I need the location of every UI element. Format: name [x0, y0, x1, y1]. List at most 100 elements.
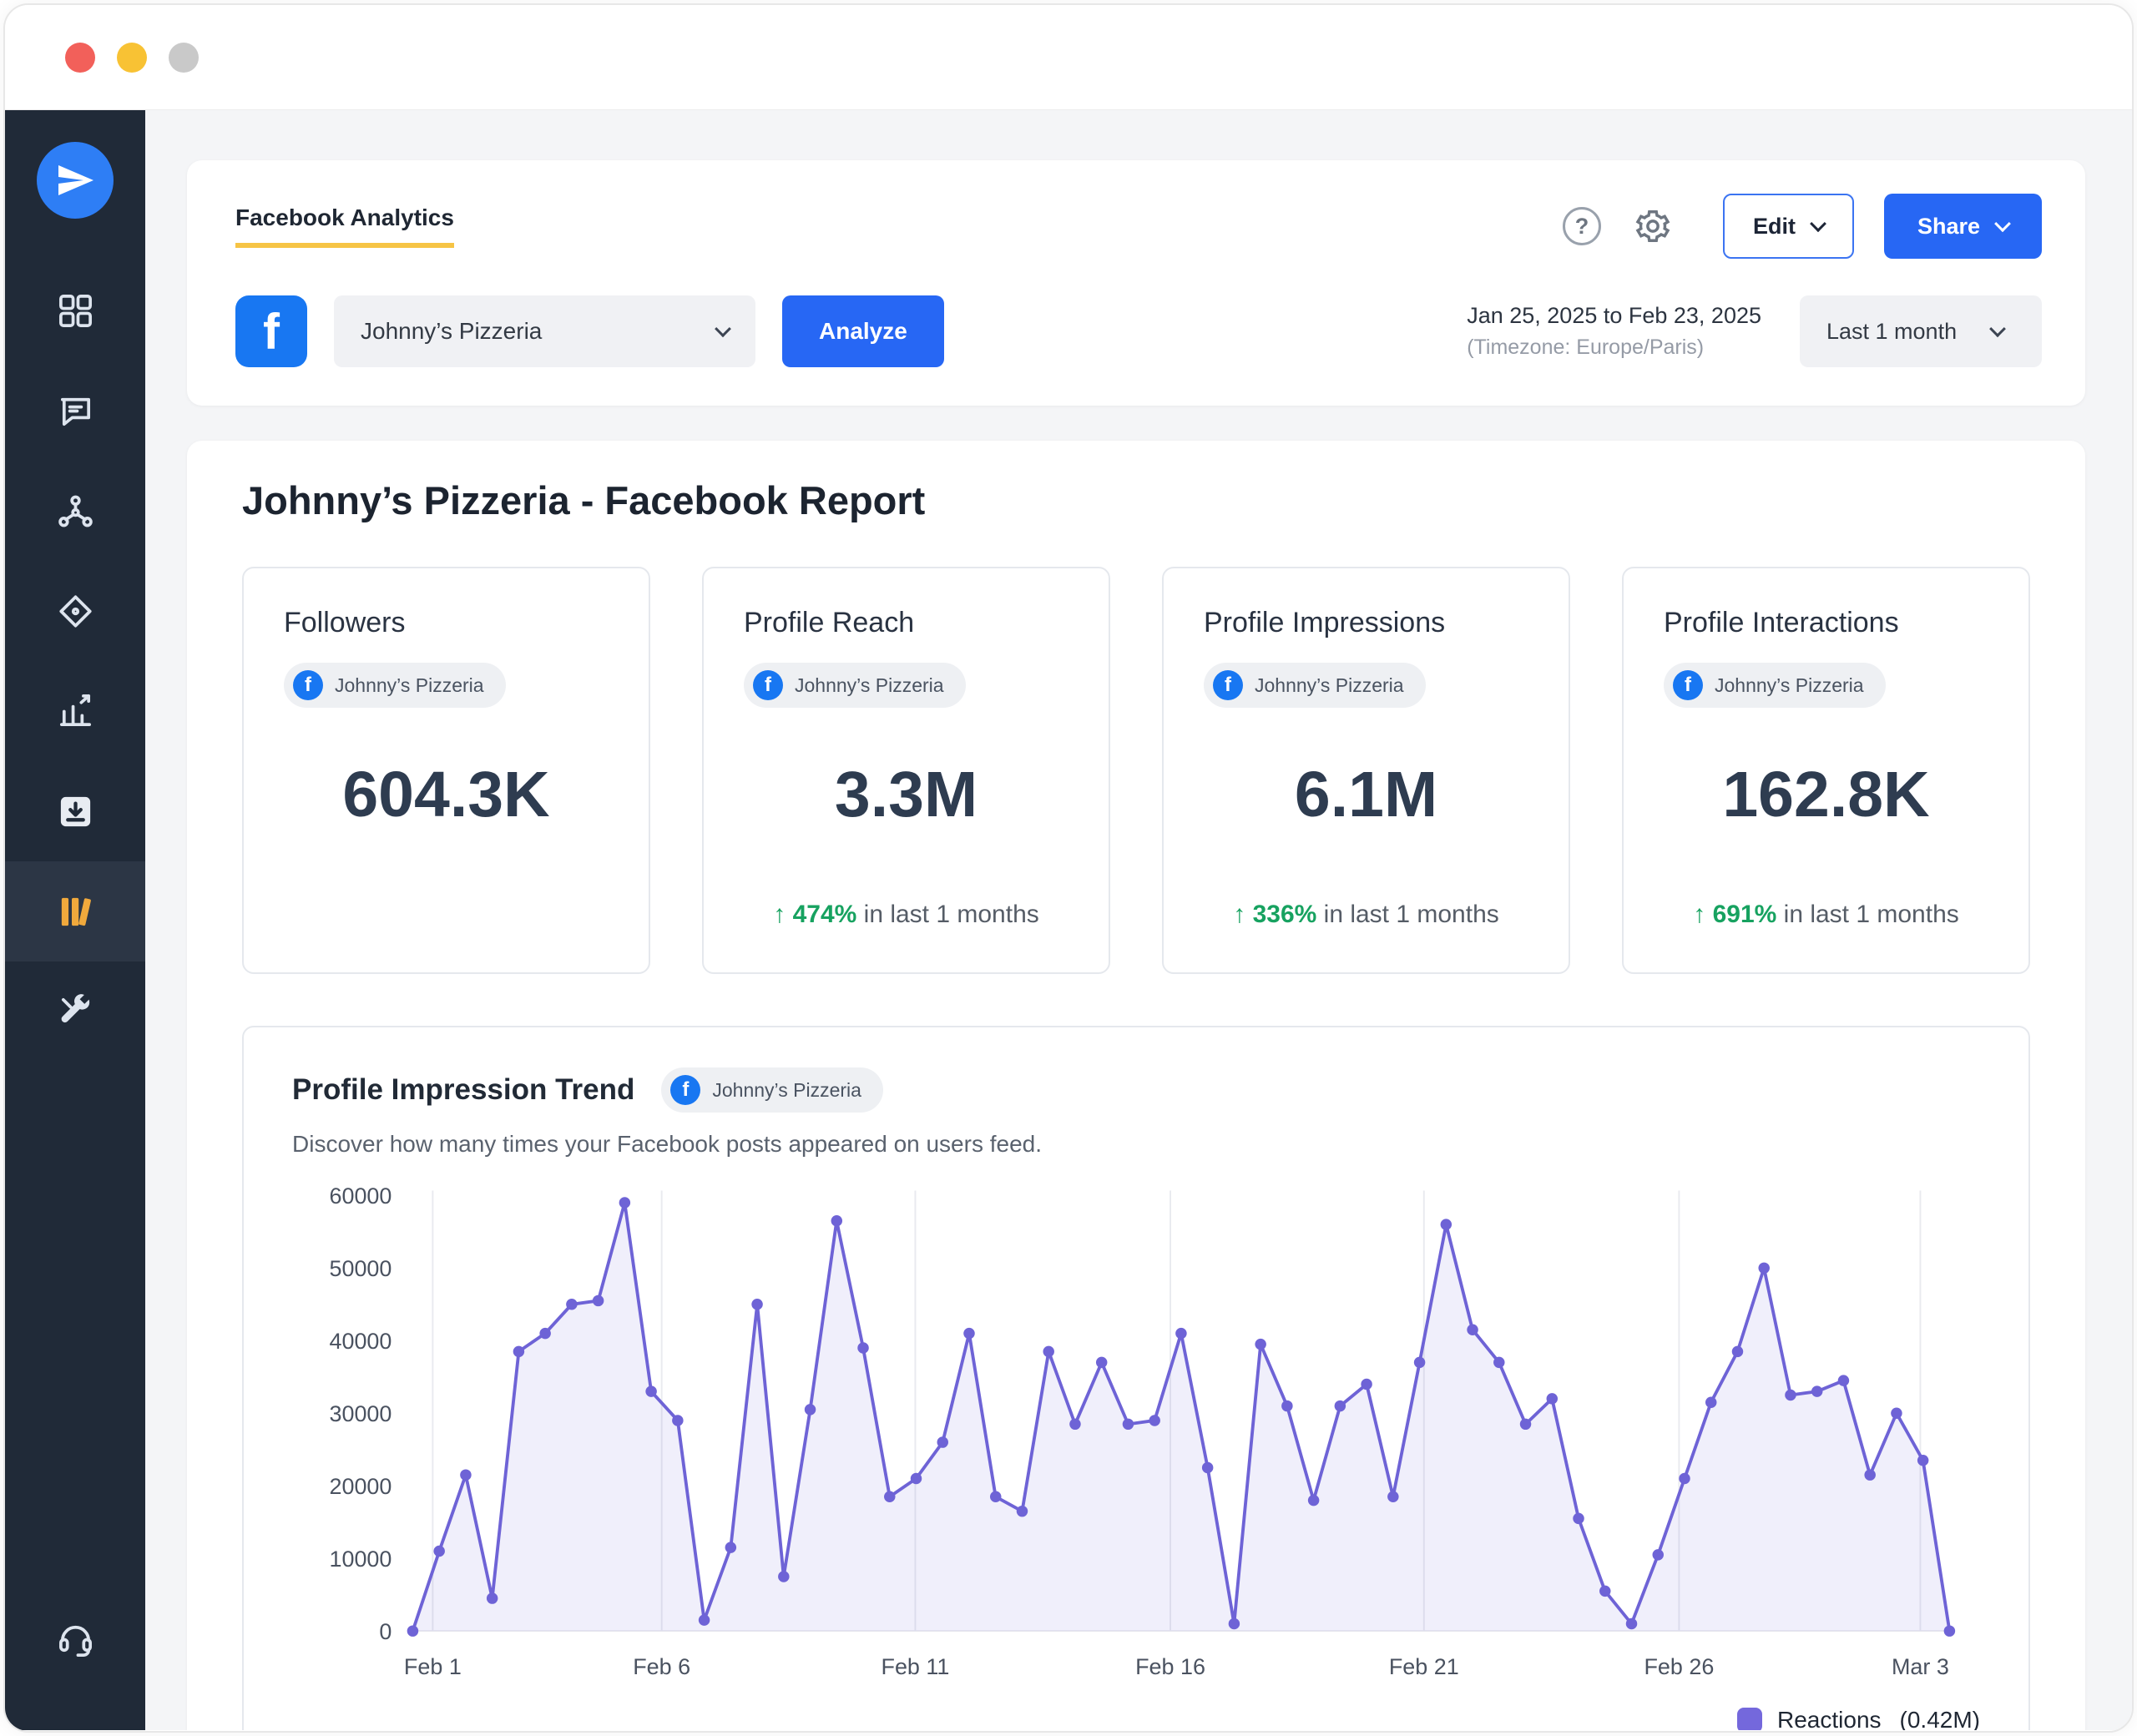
download-tray-icon	[60, 796, 90, 826]
date-range-text: Jan 25, 2025 to Feb 23, 2025	[1467, 303, 1761, 328]
svg-text:0: 0	[379, 1619, 392, 1644]
svg-text:Feb 6: Feb 6	[633, 1654, 690, 1679]
facebook-f-icon: f	[1213, 670, 1243, 700]
up-arrow-icon: ↑	[1693, 901, 1706, 928]
svg-text:Mar 3: Mar 3	[1892, 1654, 1949, 1679]
titlebar	[5, 5, 2132, 110]
legend-swatch-icon	[1737, 1708, 1763, 1730]
period-selector-dropdown[interactable]: Last 1 month	[1800, 295, 2042, 367]
chat-bubble-icon	[60, 397, 90, 426]
bar-chart-icon	[59, 694, 91, 726]
account-badge: f Johnny’s Pizzeria	[744, 663, 966, 708]
account-badge: f Johnny’s Pizzeria	[661, 1067, 883, 1113]
chevron-down-icon	[715, 320, 731, 338]
sidebar-item-analytics[interactable]	[5, 661, 145, 761]
facebook-f-icon: f	[293, 670, 323, 700]
sidebar-item-content-box[interactable]	[5, 561, 145, 661]
chart-subtitle: Discover how many times your Facebook po…	[292, 1131, 1043, 1157]
sidebar-item-connections[interactable]	[5, 461, 145, 561]
svg-text:Feb 1: Feb 1	[404, 1654, 462, 1679]
sidebar-item-support[interactable]	[5, 1588, 145, 1688]
account-badge-label: Johnny’s Pizzeria	[712, 1078, 861, 1101]
period-selector-value: Last 1 month	[1826, 318, 1958, 344]
metric-delta: ↑ 691% in last 1 months	[1693, 901, 1959, 928]
svg-text:Feb 16: Feb 16	[1135, 1654, 1205, 1679]
help-button[interactable]: ?	[1562, 207, 1601, 245]
facebook-f-icon: f	[753, 670, 783, 700]
analytics-header-card: Facebook Analytics ? Edit Share f Johnny…	[187, 160, 2085, 406]
impression-trend-card: Profile Impression Trend f Johnny’s Pizz…	[242, 1026, 2030, 1730]
sidebar-item-dashboard[interactable]	[5, 260, 145, 361]
metric-delta: ↑ 474% in last 1 months	[773, 901, 1039, 928]
account-badge: f Johnny’s Pizzeria	[1664, 663, 1886, 708]
up-arrow-icon: ↑	[1233, 901, 1246, 928]
svg-text:Feb 11: Feb 11	[881, 1654, 949, 1679]
facebook-logo-tile: f	[235, 295, 307, 367]
question-mark-icon: ?	[1574, 213, 1589, 239]
account-selector-dropdown[interactable]: Johnny’s Pizzeria	[334, 295, 755, 367]
impression-trend-chart: Feb 1 Feb 6 Feb 11 Feb 16 Feb 21 Feb 26 Mar 3 0…	[329, 1183, 1956, 1679]
chevron-down-icon	[1810, 215, 1826, 233]
metric-value: 604.3K	[342, 759, 550, 830]
facebook-f-icon: f	[670, 1075, 701, 1105]
analyze-button[interactable]: Analyze	[782, 295, 944, 367]
svg-text:Feb 21: Feb 21	[1389, 1654, 1459, 1679]
sidebar-item-library[interactable]	[5, 861, 145, 961]
paper-plane-icon	[58, 165, 93, 195]
dashboard-grid-icon	[58, 294, 92, 327]
metric-value: 6.1M	[1294, 759, 1438, 830]
chart-title: Profile Impression Trend	[292, 1073, 635, 1106]
app-logo[interactable]	[37, 142, 114, 219]
app-window: Facebook Analytics ? Edit Share f Johnny…	[3, 3, 2134, 1733]
edit-button[interactable]: Edit	[1722, 194, 1854, 259]
sidebar-item-tools[interactable]	[5, 961, 145, 1062]
svg-text:20000: 20000	[329, 1474, 392, 1499]
minimize-window-button[interactable]	[117, 42, 147, 73]
chevron-down-icon	[1989, 320, 2006, 338]
svg-text:40000: 40000	[329, 1329, 392, 1354]
legend-value: (0.42M)	[1899, 1707, 1980, 1730]
svg-text:Feb 26: Feb 26	[1644, 1654, 1714, 1679]
account-badge: f Johnny’s Pizzeria	[1204, 663, 1426, 708]
tab-facebook-analytics[interactable]: Facebook Analytics	[235, 204, 454, 248]
close-window-button[interactable]	[65, 42, 95, 73]
share-button-label: Share	[1917, 213, 1980, 239]
gear-icon	[1635, 210, 1670, 242]
main-content: Facebook Analytics ? Edit Share f Johnny…	[145, 110, 2132, 1730]
sidebar	[5, 110, 145, 1730]
report-title: Johnny’s Pizzeria - Facebook Report	[242, 478, 926, 522]
analyze-button-label: Analyze	[819, 318, 907, 344]
metrics-row: Followers f Johnny’s Pizzeria 604.3K Pro…	[242, 567, 2030, 974]
account-badge-label: Johnny’s Pizzeria	[1715, 674, 1864, 696]
svg-text:50000: 50000	[329, 1256, 392, 1281]
metric-card-profile-reach: Profile Reach f Johnny’s Pizzeria 3.3M ↑…	[702, 567, 1110, 974]
metric-label: Profile Interactions	[1664, 607, 1899, 638]
date-range-block: Jan 25, 2025 to Feb 23, 2025 (Timezone: …	[1467, 303, 1761, 360]
timezone-text: (Timezone: Europe/Paris)	[1467, 336, 1705, 359]
chevron-down-icon	[1994, 215, 2011, 233]
zoom-window-button[interactable]	[169, 42, 199, 73]
metric-value: 3.3M	[834, 759, 978, 830]
svg-text:30000: 30000	[329, 1401, 392, 1426]
account-badge-label: Johnny’s Pizzeria	[1255, 674, 1404, 696]
legend-label: Reactions	[1777, 1707, 1882, 1730]
metric-label: Profile Reach	[744, 607, 915, 638]
facebook-f-icon: f	[1673, 670, 1703, 700]
svg-text:10000: 10000	[329, 1547, 392, 1572]
account-selector-value: Johnny’s Pizzeria	[361, 318, 543, 344]
edit-button-label: Edit	[1752, 213, 1796, 239]
up-arrow-icon: ↑	[773, 901, 786, 928]
account-badge-label: Johnny’s Pizzeria	[795, 674, 944, 696]
metric-card-followers: Followers f Johnny’s Pizzeria 604.3K	[242, 567, 650, 974]
legend-item-reactions[interactable]: Reactions (0.42M)	[292, 1707, 1980, 1730]
share-button[interactable]: Share	[1883, 194, 2042, 259]
sidebar-item-conversations[interactable]	[5, 361, 145, 461]
svg-text:60000: 60000	[329, 1183, 392, 1209]
facebook-report-card: Johnny’s Pizzeria - Facebook Report Foll…	[187, 441, 2085, 1730]
account-badge: f Johnny’s Pizzeria	[284, 663, 506, 708]
library-books-icon	[61, 897, 91, 926]
sidebar-item-import[interactable]	[5, 761, 145, 861]
headset-icon	[58, 1625, 92, 1657]
settings-button[interactable]	[1631, 204, 1675, 248]
diamond-box-icon	[58, 594, 92, 628]
